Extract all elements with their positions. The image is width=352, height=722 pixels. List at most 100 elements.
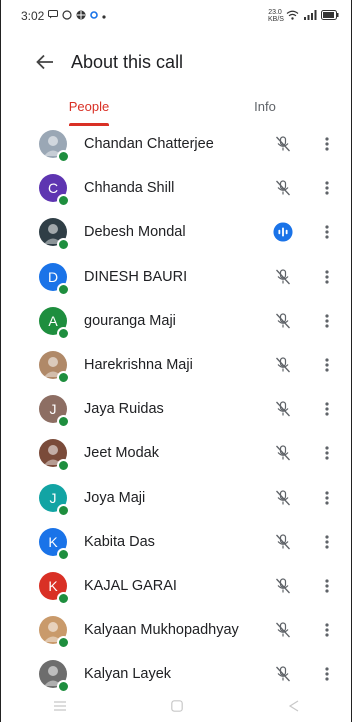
- more-options-button[interactable]: [319, 664, 335, 684]
- more-vert-icon: [325, 137, 329, 151]
- more-vert-icon: [325, 623, 329, 637]
- participant-row[interactable]: D DINESH BAURI: [1, 255, 352, 299]
- participant-name: Kalyan Layek: [84, 666, 172, 683]
- home-icon: [171, 700, 183, 712]
- participant-row[interactable]: J Joya Maji: [1, 476, 352, 520]
- tab-people[interactable]: People: [1, 86, 177, 126]
- more-options-button[interactable]: [319, 620, 335, 640]
- mic-off-icon: [273, 134, 293, 154]
- more-vert-icon: [325, 270, 329, 284]
- mic-off-icon: [273, 488, 293, 508]
- back-nav-button[interactable]: [279, 696, 309, 716]
- tab-info-label: Info: [254, 98, 276, 114]
- online-status-dot: [57, 591, 70, 605]
- participant-row[interactable]: Agouranga Maji: [1, 299, 352, 343]
- notification-dot-icon: [102, 11, 106, 22]
- mic-off-icon: [273, 267, 293, 287]
- participant-name: gouranga Maji: [84, 312, 176, 329]
- more-options-button[interactable]: [319, 488, 335, 508]
- participant-row[interactable]: Jeet Modak: [1, 431, 352, 475]
- tab-info[interactable]: Info: [177, 86, 352, 126]
- more-options-button[interactable]: [319, 311, 335, 331]
- more-vert-icon: [325, 579, 329, 593]
- more-vert-icon: [325, 225, 329, 240]
- participant-name: Jaya Ruidas: [84, 401, 164, 418]
- mic-off-icon: [273, 178, 293, 198]
- participant-row[interactable]: K Kabita Das: [1, 520, 352, 564]
- status-right: 23.0 KB/S: [268, 9, 339, 23]
- participant-row[interactable]: Chandan Chatterjee: [1, 122, 352, 166]
- participant-name: Chhanda Shill: [84, 180, 175, 197]
- menu-icon: [53, 701, 66, 711]
- online-status-dot: [57, 326, 70, 340]
- avatar-initial: C: [47, 180, 59, 197]
- participant-name: DINESH BAURI: [84, 268, 188, 285]
- back-triangle-icon: [289, 700, 299, 712]
- more-options-button[interactable]: [319, 443, 335, 463]
- participant-name: Kabita Das: [84, 533, 155, 550]
- participant-name: Joya Maji: [84, 489, 146, 506]
- online-status-dot: [57, 371, 70, 385]
- more-options-button[interactable]: [319, 532, 335, 552]
- signal-icon: [303, 9, 317, 23]
- more-vert-icon: [325, 181, 329, 195]
- mic-off-icon: [273, 532, 293, 552]
- participant-row[interactable]: C Chhanda Shill: [1, 166, 352, 210]
- mic-off-icon: [273, 443, 293, 463]
- participant-row[interactable]: Harekrishna Maji: [1, 343, 352, 387]
- online-status-dot: [57, 415, 70, 429]
- more-options-button[interactable]: [319, 134, 335, 154]
- participant-name: Kalyaan Mukhopadhyay: [84, 622, 239, 639]
- mic-off-icon: [273, 355, 293, 375]
- message-icon: [48, 10, 59, 22]
- participant-name: Harekrishna Maji: [84, 357, 193, 374]
- app-bar: About this call: [1, 40, 352, 84]
- home-nav-button[interactable]: [162, 696, 192, 716]
- more-options-button[interactable]: [319, 399, 335, 419]
- more-vert-icon: [325, 535, 329, 549]
- phone-screen: 3:02 23.0 KB/S About this call People In…: [0, 0, 352, 722]
- network-speed: 23.0 KB/S: [268, 9, 284, 23]
- more-options-button[interactable]: [319, 178, 335, 198]
- participant-row[interactable]: Kalyaan Mukhopadhyay: [1, 608, 352, 652]
- participant-list: Chandan Chatterjee C Chhanda Shill Debesh M…: [1, 122, 352, 696]
- status-left: 3:02: [21, 9, 106, 23]
- mic-off-icon: [273, 664, 293, 684]
- more-options-button[interactable]: [319, 576, 335, 596]
- avatar-initial: A: [48, 312, 58, 329]
- menu-nav-button[interactable]: [45, 696, 75, 716]
- online-status-dot: [57, 282, 70, 296]
- back-button[interactable]: [25, 42, 65, 82]
- online-status-dot: [57, 636, 70, 650]
- more-options-button[interactable]: [319, 355, 335, 375]
- participant-row[interactable]: Debesh Mondal: [1, 210, 352, 254]
- avatar-initial: J: [49, 401, 57, 418]
- online-status-dot: [57, 194, 70, 208]
- participant-row[interactable]: J Jaya Ruidas: [1, 387, 352, 431]
- participant-name: Debesh Mondal: [84, 224, 186, 241]
- online-status-dot: [57, 459, 70, 473]
- online-status-dot: [57, 503, 70, 517]
- more-vert-icon: [325, 358, 329, 372]
- more-vert-icon: [325, 402, 329, 416]
- arrow-left-icon: [36, 54, 53, 70]
- online-status-dot: [57, 547, 70, 561]
- page-title: About this call: [71, 51, 184, 72]
- tab-bar: People Info: [1, 86, 352, 126]
- wifi-icon: [286, 10, 299, 23]
- dot-icon: [90, 10, 99, 22]
- participant-name: KAJAL GARAI: [84, 577, 177, 594]
- speaking-indicator-icon: [273, 222, 293, 243]
- mic-off-icon: [273, 576, 293, 596]
- more-options-button[interactable]: [319, 267, 335, 287]
- mic-off-icon: [273, 311, 293, 331]
- avatar-initial: J: [49, 489, 57, 506]
- system-nav-bar: [1, 690, 352, 722]
- whatsapp-icon: [62, 9, 72, 23]
- participant-name: Chandan Chatterjee: [84, 136, 214, 153]
- online-status-dot: [57, 238, 70, 252]
- participant-name: Jeet Modak: [84, 445, 159, 462]
- avatar-initial: K: [48, 533, 58, 550]
- participant-row[interactable]: K KAJAL GARAI: [1, 564, 352, 608]
- more-options-button[interactable]: [319, 222, 335, 242]
